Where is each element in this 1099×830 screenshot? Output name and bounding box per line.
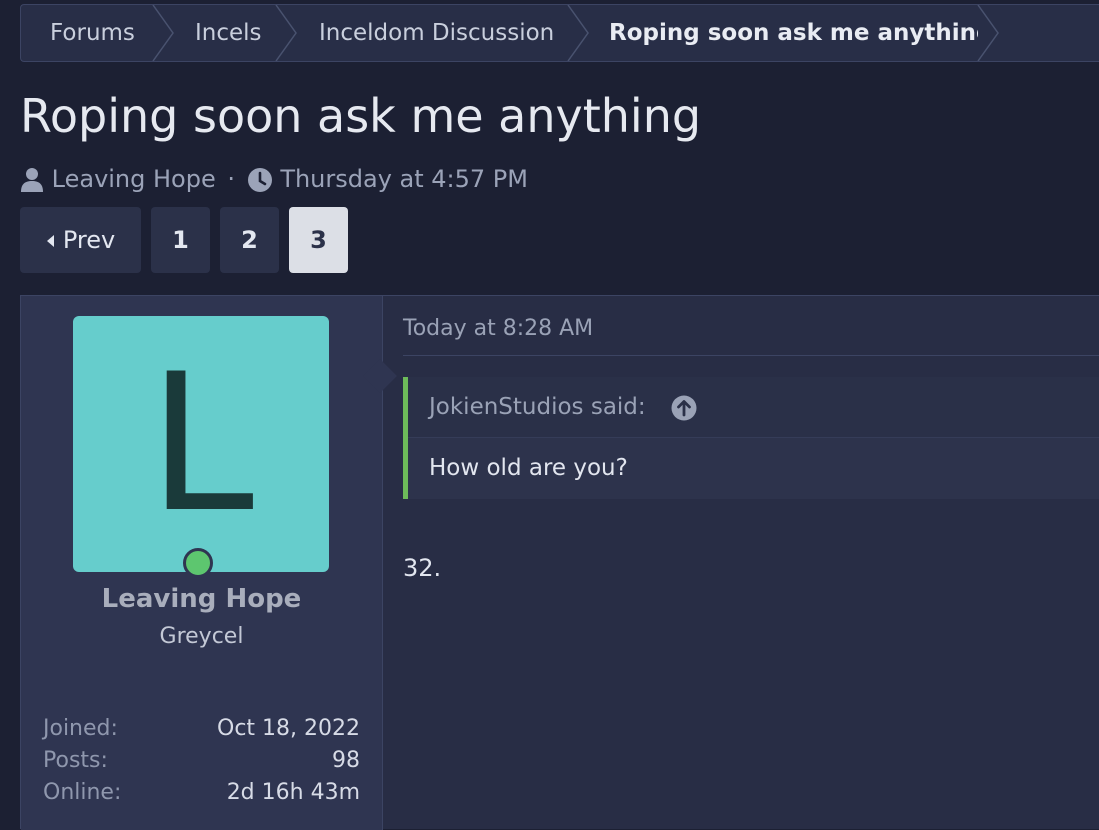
breadcrumb-forums[interactable]: Forums [50, 5, 135, 61]
stat-joined: Joined: Oct 18, 2022 [43, 713, 360, 745]
post-username[interactable]: Leaving Hope [21, 584, 382, 614]
breadcrumb: Forums Incels Inceldom Discussion Roping… [20, 4, 1099, 62]
chevron-right-icon [567, 5, 589, 61]
meta-separator: · [227, 165, 236, 193]
quote-author-link[interactable]: JokienStudios said: [429, 377, 646, 437]
post-divider [403, 355, 1099, 356]
chevron-right-icon [977, 5, 999, 61]
user-icon [21, 168, 43, 192]
stat-label: Joined: [43, 716, 118, 741]
post-body: 32. [403, 554, 442, 582]
caret-left-icon [46, 235, 54, 247]
thread-date-link[interactable]: Thursday at 4:57 PM [280, 165, 528, 193]
breadcrumb-inceldom-discussion[interactable]: Inceldom Discussion [319, 5, 554, 61]
online-status-indicator [183, 548, 213, 578]
stat-label: Posts: [43, 748, 108, 773]
avatar[interactable]: L [73, 316, 329, 572]
stat-posts: Posts: 98 [43, 745, 360, 777]
quote-header: JokienStudios said: [408, 377, 1099, 438]
clock-icon [247, 168, 272, 192]
prev-page-button[interactable]: Prev [20, 207, 141, 273]
page-3-button-current[interactable]: 3 [289, 207, 348, 273]
page-1-button[interactable]: 1 [151, 207, 210, 273]
post-user-title: Greycel [159, 624, 244, 649]
post-user-cell: L Leaving Hope Greycel Joined: Oct 18, 2… [21, 296, 383, 830]
prev-page-label: Prev [62, 226, 116, 254]
stat-value: Oct 18, 2022 [217, 716, 360, 741]
chevron-right-icon [275, 5, 297, 61]
quote-text: How old are you? [429, 455, 628, 481]
thread-meta: Leaving Hope · Thursday at 4:57 PM [20, 160, 528, 198]
thread-author-link[interactable]: Leaving Hope [52, 165, 216, 193]
breadcrumb-incels[interactable]: Incels [195, 5, 262, 61]
quote-block: JokienStudios said: How old are you? [403, 377, 1099, 499]
post-date-link[interactable]: Today at 8:28 AM [403, 316, 593, 341]
stat-online: Online: 2d 16h 43m [43, 777, 360, 809]
page-title: Roping soon ask me anything [20, 89, 702, 143]
breadcrumb-current-thread[interactable]: Roping soon ask me anything [609, 5, 992, 61]
post: L Leaving Hope Greycel Joined: Oct 18, 2… [20, 295, 1099, 830]
arrow-up-circle-icon[interactable] [671, 395, 697, 421]
stat-label: Online: [43, 780, 122, 805]
chevron-right-icon [152, 5, 174, 61]
stat-value: 98 [332, 748, 360, 773]
stat-value: 2d 16h 43m [226, 780, 360, 805]
page-2-button[interactable]: 2 [220, 207, 279, 273]
